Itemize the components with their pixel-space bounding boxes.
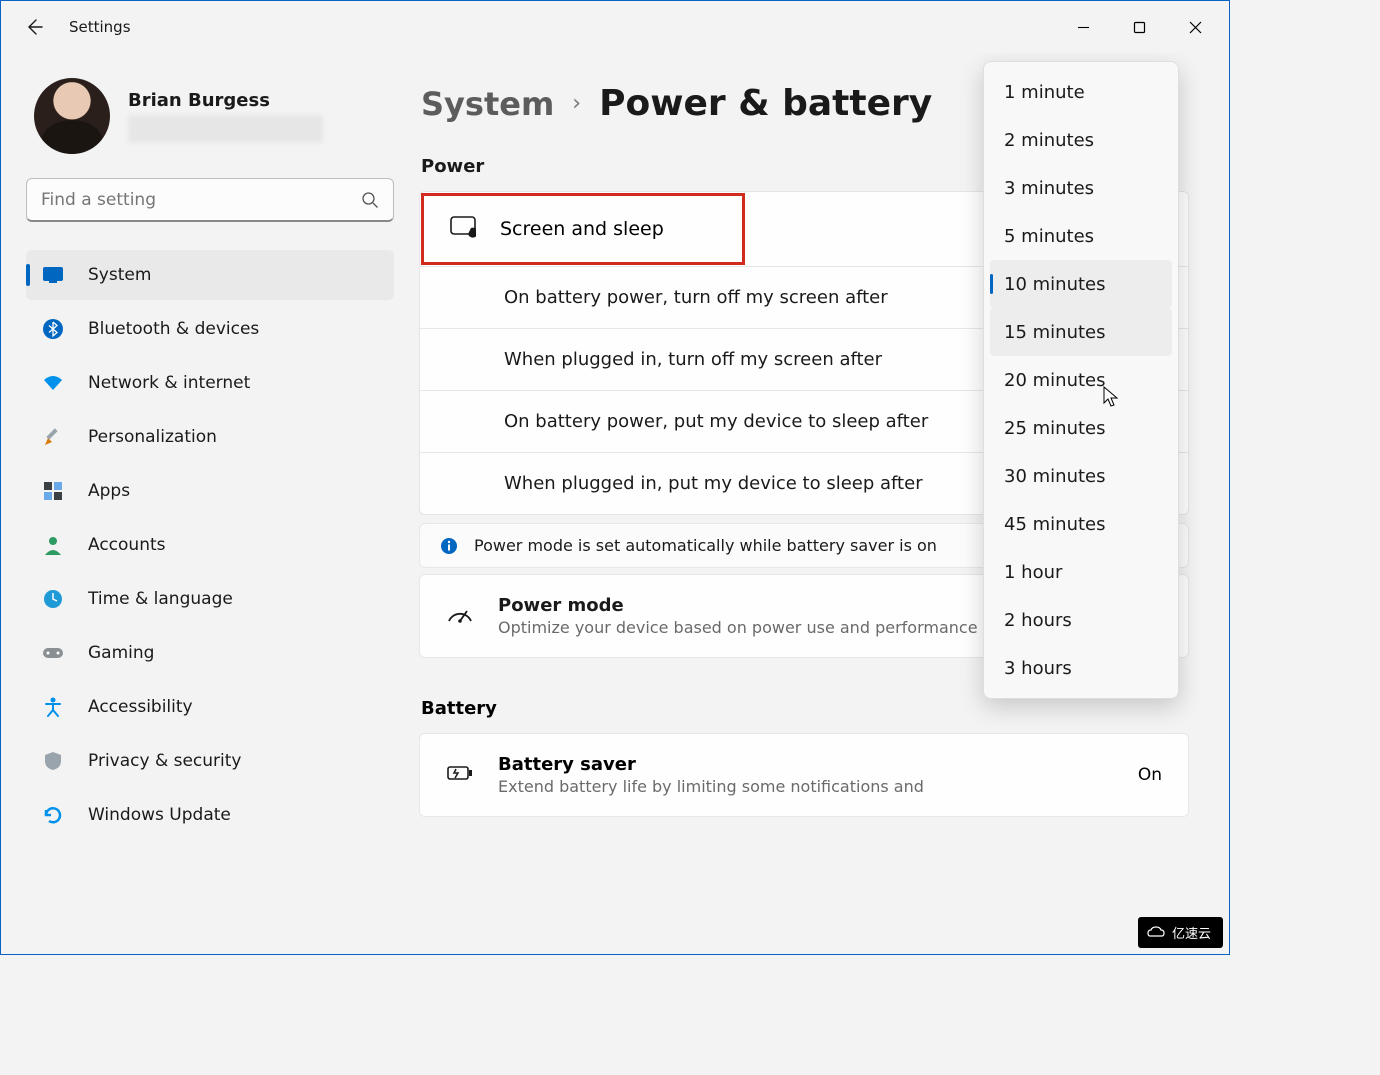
section-battery-label: Battery — [421, 698, 1229, 719]
sidebar-item-bluetooth[interactable]: Bluetooth & devices — [26, 304, 394, 354]
breadcrumb-parent[interactable]: System — [421, 85, 554, 123]
sidebar-item-label: Time & language — [88, 589, 233, 609]
screen-sleep-icon — [450, 216, 476, 242]
window-title: Settings — [69, 18, 131, 36]
profile-block[interactable]: Brian Burgess — [26, 78, 394, 154]
minimize-icon — [1077, 21, 1090, 34]
page-title: Power & battery — [599, 83, 932, 124]
profile-name: Brian Burgess — [128, 90, 323, 111]
search-box[interactable] — [26, 178, 394, 222]
system-icon — [42, 264, 64, 286]
dropdown-option[interactable]: 3 minutes — [990, 164, 1172, 212]
dropdown-option[interactable]: 45 minutes — [990, 500, 1172, 548]
chevron-right-icon: › — [572, 91, 581, 116]
duration-dropdown[interactable]: 1 minute 2 minutes 3 minutes 5 minutes 1… — [983, 61, 1179, 699]
sidebar-item-apps[interactable]: Apps — [26, 466, 394, 516]
arrow-left-icon — [24, 17, 44, 37]
titlebar: Settings — [1, 1, 1229, 53]
screen-sleep-header[interactable]: Screen and sleep — [421, 193, 745, 265]
dropdown-option[interactable]: 30 minutes — [990, 452, 1172, 500]
sidebar-item-label: Accessibility — [88, 697, 193, 717]
maximize-icon — [1133, 21, 1146, 34]
profile-email-redacted — [128, 115, 323, 143]
sidebar-item-label: Apps — [88, 481, 130, 501]
avatar — [34, 78, 110, 154]
sidebar-item-label: System — [88, 265, 151, 285]
maximize-button[interactable] — [1111, 6, 1167, 48]
dropdown-option[interactable]: 3 hours — [990, 644, 1172, 692]
battery-saver-icon — [446, 763, 474, 787]
sidebar-item-accounts[interactable]: Accounts — [26, 520, 394, 570]
gauge-icon — [446, 603, 474, 629]
minimize-button[interactable] — [1055, 6, 1111, 48]
update-icon — [42, 804, 64, 826]
dropdown-option[interactable]: 1 minute — [990, 68, 1172, 116]
back-button[interactable] — [15, 8, 53, 46]
battery-saver-card[interactable]: Battery saver Extend battery life by lim… — [419, 733, 1189, 817]
sidebar-item-personalization[interactable]: Personalization — [26, 412, 394, 462]
search-input[interactable] — [41, 190, 361, 210]
dropdown-option[interactable]: 2 minutes — [990, 116, 1172, 164]
power-mode-subtitle: Optimize your device based on power use … — [498, 618, 978, 637]
info-text: Power mode is set automatically while ba… — [474, 536, 937, 555]
wifi-icon — [42, 372, 64, 394]
battery-saver-title: Battery saver — [498, 754, 1114, 775]
person-icon — [42, 534, 64, 556]
power-mode-title: Power mode — [498, 595, 978, 616]
sidebar-item-privacy[interactable]: Privacy & security — [26, 736, 394, 786]
nav: System Bluetooth & devices Network & int… — [26, 250, 394, 840]
sidebar-item-accessibility[interactable]: Accessibility — [26, 682, 394, 732]
sidebar-item-time-language[interactable]: Time & language — [26, 574, 394, 624]
dropdown-option[interactable]: 20 minutes — [990, 356, 1172, 404]
bluetooth-icon — [42, 318, 64, 340]
sidebar-item-label: Gaming — [88, 643, 154, 663]
sidebar-item-label: Personalization — [88, 427, 217, 447]
screen-sleep-title: Screen and sleep — [500, 218, 664, 240]
accessibility-icon — [42, 696, 64, 718]
apps-icon — [42, 480, 64, 502]
info-icon — [440, 537, 458, 555]
dropdown-option-hover[interactable]: 15 minutes — [990, 308, 1172, 356]
sidebar-item-label: Windows Update — [88, 805, 231, 825]
dropdown-option[interactable]: 2 hours — [990, 596, 1172, 644]
sidebar-item-gaming[interactable]: Gaming — [26, 628, 394, 678]
sidebar-item-label: Bluetooth & devices — [88, 319, 259, 339]
sidebar-item-network[interactable]: Network & internet — [26, 358, 394, 408]
paintbrush-icon — [42, 426, 64, 448]
close-button[interactable] — [1167, 6, 1223, 48]
dropdown-option-selected[interactable]: 10 minutes — [990, 260, 1172, 308]
sidebar-item-windows-update[interactable]: Windows Update — [26, 790, 394, 840]
cursor-icon — [1103, 386, 1121, 408]
watermark: 亿速云 — [1138, 917, 1223, 948]
dropdown-option[interactable]: 25 minutes — [990, 404, 1172, 452]
sidebar-item-label: Accounts — [88, 535, 166, 555]
battery-saver-subtitle: Extend battery life by limiting some not… — [498, 777, 1114, 796]
shield-icon — [42, 750, 64, 772]
dropdown-option[interactable]: 1 hour — [990, 548, 1172, 596]
sidebar-item-label: Network & internet — [88, 373, 250, 393]
search-icon — [361, 191, 379, 209]
clock-globe-icon — [42, 588, 64, 610]
dropdown-option[interactable]: 5 minutes — [990, 212, 1172, 260]
close-icon — [1189, 21, 1202, 34]
sidebar-item-label: Privacy & security — [88, 751, 242, 771]
sidebar-item-system[interactable]: System — [26, 250, 394, 300]
main-content: System › Power & battery Power Screen an… — [419, 53, 1229, 954]
window-controls — [1055, 6, 1223, 48]
gamepad-icon — [42, 642, 64, 664]
battery-saver-value: On — [1138, 765, 1162, 785]
sidebar: Brian Burgess System Bluetooth & devices… — [1, 53, 419, 954]
